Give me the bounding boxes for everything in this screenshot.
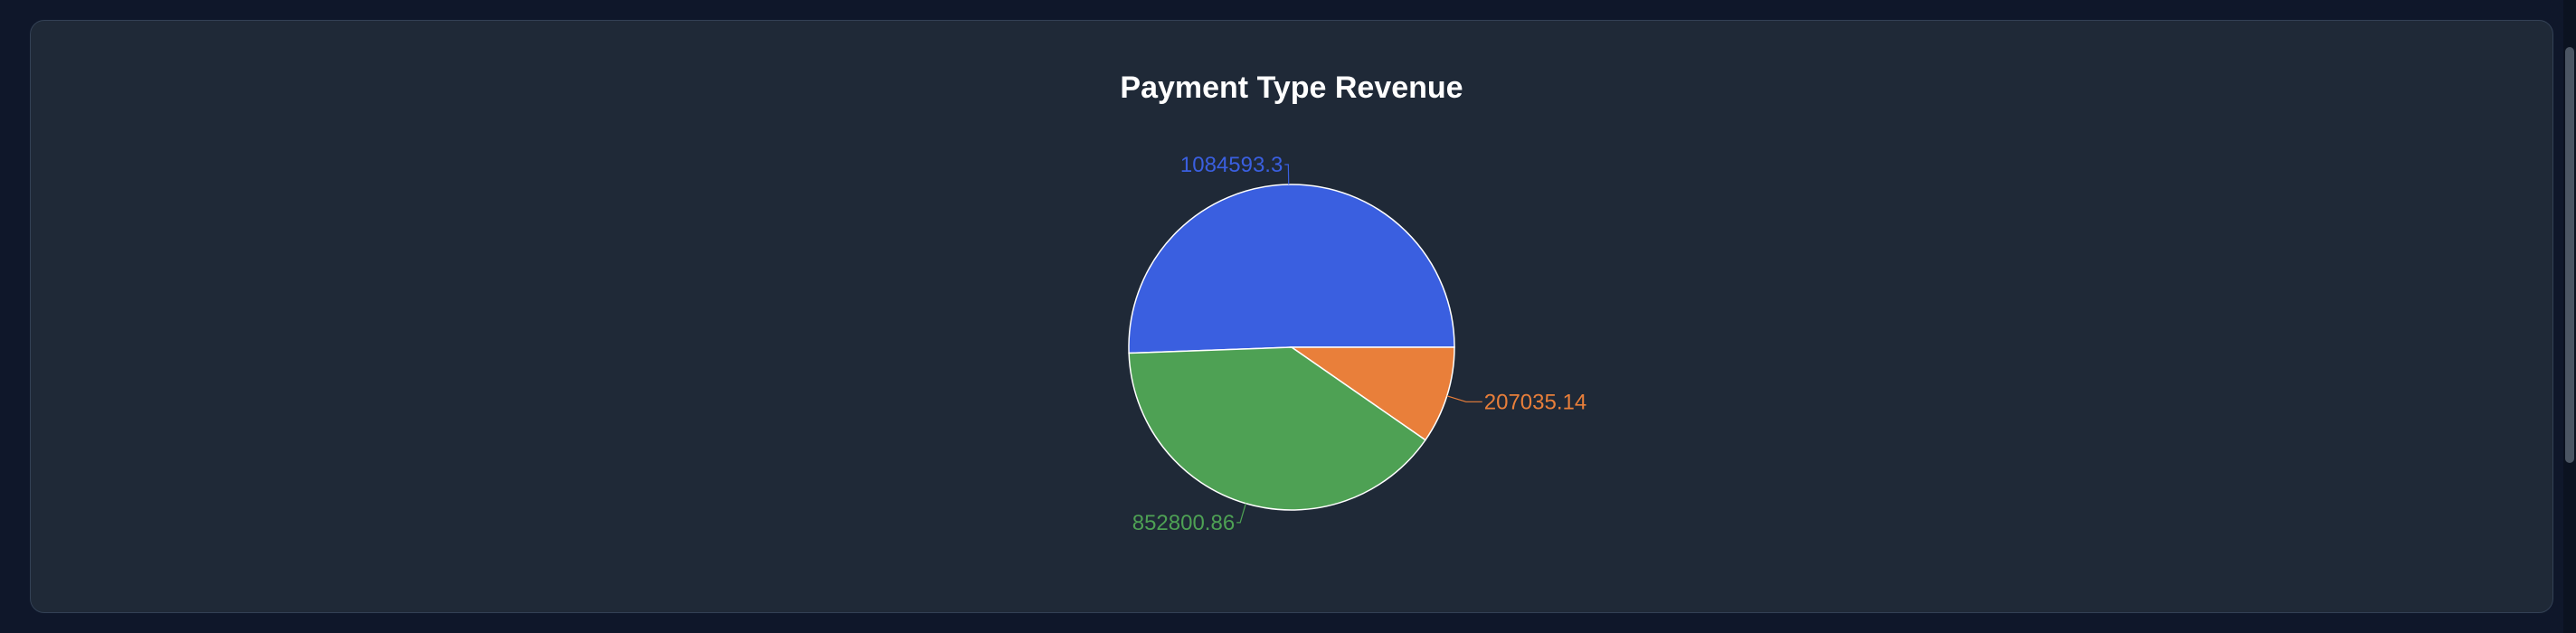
slice-label-2: 852800.86 — [1132, 511, 1235, 535]
scrollbar-track[interactable] — [2563, 0, 2576, 633]
slice-label-1: 207035.14 — [1484, 390, 1586, 414]
scrollbar-thumb[interactable] — [2565, 47, 2574, 463]
slice-leader-line-1 — [1446, 395, 1482, 402]
slice-leader-line-0 — [1284, 164, 1290, 185]
pie-chart: 1084593.3 207035.14 852800.86 — [1128, 153, 1586, 535]
pie-slice-0[interactable] — [1128, 184, 1455, 354]
slice-label-0: 1084593.3 — [1180, 153, 1283, 177]
slice-leader-line-2 — [1236, 503, 1246, 524]
